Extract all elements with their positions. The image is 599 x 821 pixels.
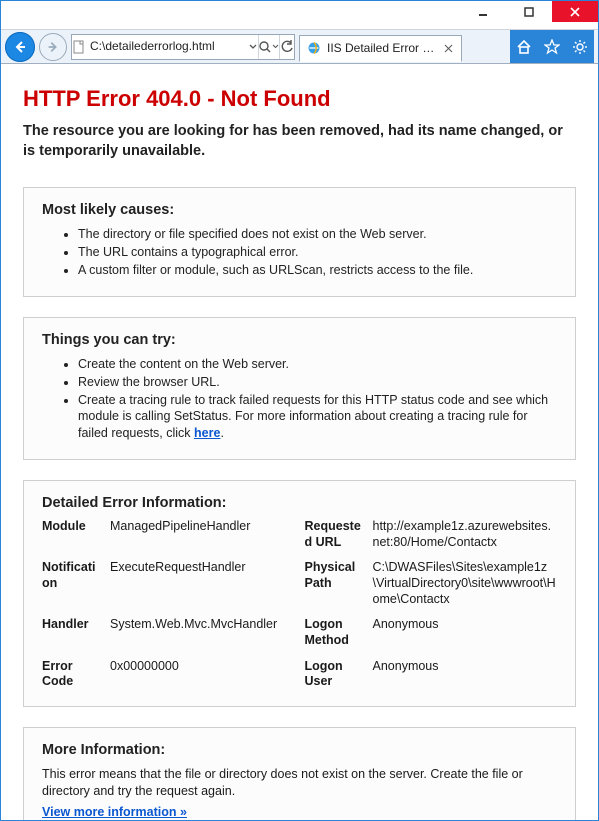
refresh-icon — [280, 40, 294, 54]
tracing-link[interactable]: here — [194, 426, 220, 440]
causes-title: Most likely causes: — [42, 202, 557, 218]
back-arrow-icon — [12, 39, 28, 55]
maximize-icon — [524, 7, 534, 17]
maximize-button[interactable] — [506, 1, 552, 22]
detail-key: Notification — [42, 560, 100, 591]
tab-active[interactable]: IIS Detailed Error - 404.... — [299, 35, 462, 62]
close-tab-button[interactable] — [442, 42, 455, 55]
back-button[interactable] — [5, 32, 35, 62]
list-item: Create a tracing rule to track failed re… — [78, 392, 557, 443]
close-icon — [444, 44, 453, 53]
details-panel: Detailed Error Information: Module Manag… — [23, 480, 576, 707]
detail-key: Handler — [42, 617, 100, 633]
tab-strip: IIS Detailed Error - 404.... — [299, 33, 506, 61]
document-body: HTTP Error 404.0 - Not Found The resourc… — [1, 64, 598, 820]
titlebar — [1, 1, 598, 30]
home-icon — [516, 39, 532, 55]
details-title: Detailed Error Information: — [42, 495, 557, 511]
ie-window: IIS Detailed Error - 404.... HTTP Error … — [0, 0, 599, 821]
minimize-button[interactable] — [460, 1, 506, 22]
refresh-button[interactable] — [280, 35, 294, 59]
error-summary: The resource you are looking for has bee… — [23, 122, 576, 161]
detail-key: Module — [42, 519, 100, 535]
tracing-suffix: . — [220, 426, 223, 440]
chevron-down-icon — [272, 43, 279, 50]
command-bar — [510, 30, 594, 63]
close-icon — [570, 7, 580, 17]
details-grid: Module ManagedPipelineHandler Requested … — [42, 519, 557, 690]
close-window-button[interactable] — [552, 1, 598, 22]
search-icon — [258, 40, 272, 54]
address-input[interactable] — [86, 35, 249, 57]
address-dropdown[interactable] — [249, 35, 258, 59]
tracing-text: Create a tracing rule to track failed re… — [78, 393, 548, 441]
forward-button[interactable] — [39, 33, 67, 61]
forward-arrow-icon — [46, 40, 60, 54]
detail-key: Requested URL — [305, 519, 363, 550]
detail-key: Error Code — [42, 659, 100, 690]
detail-value: C:\DWASFiles\Sites\example1z\VirtualDire… — [373, 560, 558, 607]
detail-key: Logon User — [305, 659, 363, 690]
detail-value: Anonymous — [373, 617, 558, 633]
more-info-body: This error means that the file or direct… — [42, 766, 557, 800]
chevron-down-icon — [249, 43, 257, 51]
gear-icon — [572, 39, 588, 55]
favorites-button[interactable] — [538, 33, 566, 61]
list-item: Review the browser URL. — [78, 374, 557, 391]
detail-value: http://example1z.azurewebsites.net:80/Ho… — [373, 519, 558, 550]
more-info-panel: More Information: This error means that … — [23, 727, 576, 820]
minimize-icon — [478, 7, 488, 17]
home-button[interactable] — [510, 33, 538, 61]
more-info-title: More Information: — [42, 742, 557, 758]
tools-button[interactable] — [566, 33, 594, 61]
detail-value: ExecuteRequestHandler — [110, 560, 295, 576]
try-panel: Things you can try: Create the content o… — [23, 317, 576, 460]
list-item: Create the content on the Web server. — [78, 356, 557, 373]
ie-logo-icon — [306, 40, 322, 56]
error-heading: HTTP Error 404.0 - Not Found — [23, 86, 576, 112]
try-title: Things you can try: — [42, 332, 557, 348]
tab-title: IIS Detailed Error - 404.... — [327, 41, 437, 55]
list-item: A custom filter or module, such as URLSc… — [78, 262, 557, 279]
causes-panel: Most likely causes: The directory or fil… — [23, 187, 576, 297]
star-icon — [544, 39, 560, 55]
detail-value: Anonymous — [373, 659, 558, 675]
detail-value: System.Web.Mvc.MvcHandler — [110, 617, 295, 633]
detail-value: ManagedPipelineHandler — [110, 519, 295, 535]
list-item: The URL contains a typographical error. — [78, 244, 557, 261]
detail-key: Physical Path — [305, 560, 363, 591]
list-item: The directory or file specified does not… — [78, 226, 557, 243]
address-bar — [71, 34, 295, 60]
causes-list: The directory or file specified does not… — [62, 226, 557, 279]
navbar: IIS Detailed Error - 404.... — [1, 30, 598, 64]
detail-value: 0x00000000 — [110, 659, 295, 675]
search-button[interactable] — [258, 35, 279, 59]
try-list: Create the content on the Web server. Re… — [62, 356, 557, 442]
page-icon — [72, 35, 86, 59]
more-info-link[interactable]: View more information » — [42, 805, 187, 819]
detail-key: Logon Method — [305, 617, 363, 648]
